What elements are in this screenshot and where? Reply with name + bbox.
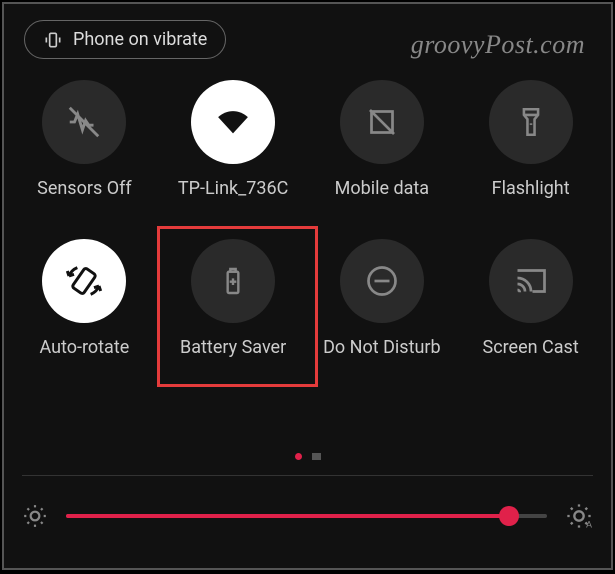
tile-label: Mobile data [335, 178, 429, 199]
tile-do-not-disturb-button[interactable] [340, 239, 424, 323]
watermark-text: groovyPost.com [411, 30, 585, 60]
tile-label: Auto-rotate [39, 337, 129, 358]
tile-label: Flashlight [492, 178, 570, 199]
vibrate-label: Phone on vibrate [73, 29, 207, 50]
tile-sensors-off-button[interactable] [42, 80, 126, 164]
tile-flashlight: Flashlight [456, 80, 605, 199]
tile-battery-saver-button[interactable] [191, 239, 275, 323]
tile-battery-saver: Battery Saver [159, 239, 308, 358]
tile-flashlight-button[interactable] [489, 80, 573, 164]
tile-label: Do Not Disturb [323, 337, 441, 358]
tile-label: TP-Link_736C [178, 178, 288, 199]
vibrate-icon [43, 30, 63, 50]
tile-mobile-data-button[interactable] [340, 80, 424, 164]
auto-rotate-icon [64, 261, 104, 301]
tile-screen-cast-button[interactable] [489, 239, 573, 323]
tile-auto-rotate-button[interactable] [42, 239, 126, 323]
svg-text:A: A [586, 520, 592, 530]
tile-screen-cast: Screen Cast [456, 239, 605, 358]
wifi-icon [212, 101, 254, 143]
tile-label: Screen Cast [483, 337, 579, 358]
do-not-disturb-icon [364, 263, 400, 299]
page-dot-2[interactable] [312, 453, 321, 460]
page-dot-1[interactable] [295, 453, 302, 460]
screen-cast-icon [513, 263, 549, 299]
tile-sensors-off: Sensors Off [10, 80, 159, 199]
tile-do-not-disturb: Do Not Disturb [308, 239, 457, 358]
tile-wifi: TP-Link_736C [159, 80, 308, 199]
brightness-low-icon [22, 503, 48, 529]
tile-label: Sensors Off [37, 178, 131, 199]
battery-saver-icon [217, 265, 249, 297]
tile-mobile-data: Mobile data [308, 80, 457, 199]
quick-settings-grid: Sensors Off TP-Link_736C [4, 80, 611, 358]
mobile-data-off-icon [364, 104, 400, 140]
tile-wifi-button[interactable] [191, 80, 275, 164]
tile-label: Battery Saver [180, 337, 286, 358]
brightness-auto-icon[interactable]: A [565, 502, 593, 530]
brightness-row: A [22, 502, 593, 530]
brightness-slider[interactable] [66, 514, 547, 518]
page-indicator [4, 453, 611, 460]
divider [22, 475, 593, 476]
brightness-fill [66, 514, 509, 518]
flashlight-icon [514, 105, 548, 139]
tile-auto-rotate: Auto-rotate [10, 239, 159, 358]
brightness-thumb[interactable] [499, 506, 519, 526]
phone-vibrate-chip[interactable]: Phone on vibrate [24, 20, 226, 59]
sensors-off-icon [65, 103, 103, 141]
